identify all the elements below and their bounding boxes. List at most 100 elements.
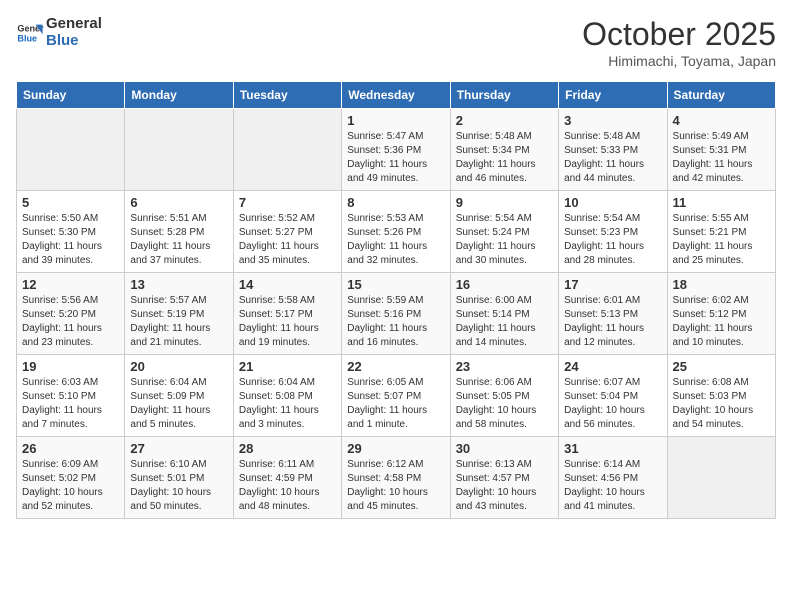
day-number: 12 <box>22 277 119 292</box>
day-number: 10 <box>564 195 661 210</box>
day-number: 7 <box>239 195 336 210</box>
calendar-cell: 16 Sunrise: 6:00 AM Sunset: 5:14 PM Dayli… <box>450 273 558 355</box>
day-number: 23 <box>456 359 553 374</box>
day-number: 30 <box>456 441 553 456</box>
day-number: 5 <box>22 195 119 210</box>
calendar-cell: 31 Sunrise: 6:14 AM Sunset: 4:56 PM Dayli… <box>559 437 667 519</box>
calendar-cell: 6Sunrise: 5:51 AM Sunset: 5:28 PM Daylig… <box>125 191 233 273</box>
day-number: 11 <box>673 195 770 210</box>
day-number: 3 <box>564 113 661 128</box>
day-info: Sunrise: 5:58 AM Sunset: 5:17 PM Dayligh… <box>239 294 336 350</box>
day-info: Sunrise: 6:08 AM Sunset: 5:03 PM Dayligh… <box>673 376 770 432</box>
calendar-cell: 19 Sunrise: 6:03 AM Sunset: 5:10 PM Dayli… <box>17 355 125 437</box>
day-info: Sunrise: 6:04 AM Sunset: 5:08 PM Dayligh… <box>239 376 336 432</box>
day-info: Sunrise: 6:12 AM Sunset: 4:58 PM Dayligh… <box>347 458 444 514</box>
day-number: 18 <box>673 277 770 292</box>
calendar-cell: 14 Sunrise: 5:58 AM Sunset: 5:17 PM Dayli… <box>233 273 341 355</box>
day-number: 16 <box>456 277 553 292</box>
day-info: Sunrise: 6:03 AM Sunset: 5:10 PM Dayligh… <box>22 376 119 432</box>
day-info: Sunrise: 5:54 AM Sunset: 5:23 PM Dayligh… <box>564 212 661 268</box>
page-header: General Blue General Blue October 2025 H… <box>16 16 776 69</box>
day-number: 29 <box>347 441 444 456</box>
calendar-cell: 28 Sunrise: 6:11 AM Sunset: 4:59 PM Dayli… <box>233 437 341 519</box>
calendar-week-row: 5 Sunrise: 5:50 AM Sunset: 5:30 PM Daylig… <box>17 191 776 273</box>
calendar-cell: 5 Sunrise: 5:50 AM Sunset: 5:30 PM Daylig… <box>17 191 125 273</box>
day-info: Sunrise: 6:06 AM Sunset: 5:05 PM Dayligh… <box>456 376 553 432</box>
calendar-cell: 10 Sunrise: 5:54 AM Sunset: 5:23 PM Dayli… <box>559 191 667 273</box>
calendar-cell: 7 Sunrise: 5:52 AM Sunset: 5:27 PM Daylig… <box>233 191 341 273</box>
weekday-header-monday: Monday <box>125 82 233 109</box>
calendar-cell <box>233 109 341 191</box>
day-info: Sunrise: 6:05 AM Sunset: 5:07 PM Dayligh… <box>347 376 444 432</box>
weekday-header-wednesday: Wednesday <box>342 82 450 109</box>
calendar-cell: 18 Sunrise: 6:02 AM Sunset: 5:12 PM Dayli… <box>667 273 775 355</box>
day-number: 15 <box>347 277 444 292</box>
day-info: Sunrise: 6:02 AM Sunset: 5:12 PM Dayligh… <box>673 294 770 350</box>
calendar-cell <box>125 109 233 191</box>
day-number: 25 <box>673 359 770 374</box>
day-number: 14 <box>239 277 336 292</box>
calendar-cell: 24Sunrise: 6:07 AM Sunset: 5:04 PM Dayli… <box>559 355 667 437</box>
day-info: Sunrise: 5:48 AM Sunset: 5:33 PM Dayligh… <box>564 130 661 186</box>
day-info: Sunrise: 6:01 AM Sunset: 5:13 PM Dayligh… <box>564 294 661 350</box>
day-info: Sunrise: 5:56 AM Sunset: 5:20 PM Dayligh… <box>22 294 119 350</box>
day-info: Sunrise: 6:13 AM Sunset: 4:57 PM Dayligh… <box>456 458 553 514</box>
calendar-week-row: 12 Sunrise: 5:56 AM Sunset: 5:20 PM Dayli… <box>17 273 776 355</box>
calendar-cell: 15 Sunrise: 5:59 AM Sunset: 5:16 PM Dayli… <box>342 273 450 355</box>
title-block: October 2025 Himimachi, Toyama, Japan <box>582 16 776 69</box>
day-number: 13 <box>130 277 227 292</box>
day-number: 28 <box>239 441 336 456</box>
day-number: 1 <box>347 113 444 128</box>
month-title: October 2025 <box>582 16 776 53</box>
weekday-header-saturday: Saturday <box>667 82 775 109</box>
calendar-week-row: 1 Sunrise: 5:47 AM Sunset: 5:36 PM Daylig… <box>17 109 776 191</box>
weekday-header-sunday: Sunday <box>17 82 125 109</box>
calendar-week-row: 19 Sunrise: 6:03 AM Sunset: 5:10 PM Dayli… <box>17 355 776 437</box>
calendar-cell: 30 Sunrise: 6:13 AM Sunset: 4:57 PM Dayli… <box>450 437 558 519</box>
calendar-cell: 3 Sunrise: 5:48 AM Sunset: 5:33 PM Daylig… <box>559 109 667 191</box>
day-number: 9 <box>456 195 553 210</box>
day-info: Sunrise: 5:48 AM Sunset: 5:34 PM Dayligh… <box>456 130 553 186</box>
svg-text:Blue: Blue <box>17 33 37 43</box>
calendar-cell: 29 Sunrise: 6:12 AM Sunset: 4:58 PM Dayli… <box>342 437 450 519</box>
calendar-cell: 27Sunrise: 6:10 AM Sunset: 5:01 PM Dayli… <box>125 437 233 519</box>
day-info: Sunrise: 5:50 AM Sunset: 5:30 PM Dayligh… <box>22 212 119 268</box>
weekday-header-row: SundayMondayTuesdayWednesdayThursdayFrid… <box>17 82 776 109</box>
day-number: 19 <box>22 359 119 374</box>
day-number: 31 <box>564 441 661 456</box>
logo-icon: General Blue <box>16 19 44 47</box>
day-number: 26 <box>22 441 119 456</box>
calendar-cell: 22 Sunrise: 6:05 AM Sunset: 5:07 PM Dayli… <box>342 355 450 437</box>
day-info: Sunrise: 5:54 AM Sunset: 5:24 PM Dayligh… <box>456 212 553 268</box>
calendar-cell: 23 Sunrise: 6:06 AM Sunset: 5:05 PM Dayli… <box>450 355 558 437</box>
day-info: Sunrise: 6:00 AM Sunset: 5:14 PM Dayligh… <box>456 294 553 350</box>
calendar-cell: 20Sunrise: 6:04 AM Sunset: 5:09 PM Dayli… <box>125 355 233 437</box>
calendar-cell: 11Sunrise: 5:55 AM Sunset: 5:21 PM Dayli… <box>667 191 775 273</box>
calendar-cell: 2 Sunrise: 5:48 AM Sunset: 5:34 PM Daylig… <box>450 109 558 191</box>
calendar-table: SundayMondayTuesdayWednesdayThursdayFrid… <box>16 81 776 519</box>
day-number: 8 <box>347 195 444 210</box>
day-info: Sunrise: 6:09 AM Sunset: 5:02 PM Dayligh… <box>22 458 119 514</box>
weekday-header-thursday: Thursday <box>450 82 558 109</box>
day-number: 4 <box>673 113 770 128</box>
weekday-header-tuesday: Tuesday <box>233 82 341 109</box>
calendar-cell <box>667 437 775 519</box>
day-info: Sunrise: 5:51 AM Sunset: 5:28 PM Dayligh… <box>130 212 227 268</box>
day-number: 22 <box>347 359 444 374</box>
calendar-cell: 1 Sunrise: 5:47 AM Sunset: 5:36 PM Daylig… <box>342 109 450 191</box>
logo-line2: Blue <box>46 33 102 50</box>
day-info: Sunrise: 5:52 AM Sunset: 5:27 PM Dayligh… <box>239 212 336 268</box>
day-info: Sunrise: 5:47 AM Sunset: 5:36 PM Dayligh… <box>347 130 444 186</box>
day-info: Sunrise: 6:11 AM Sunset: 4:59 PM Dayligh… <box>239 458 336 514</box>
calendar-cell: 25 Sunrise: 6:08 AM Sunset: 5:03 PM Dayli… <box>667 355 775 437</box>
day-info: Sunrise: 5:59 AM Sunset: 5:16 PM Dayligh… <box>347 294 444 350</box>
calendar-cell <box>17 109 125 191</box>
day-info: Sunrise: 6:14 AM Sunset: 4:56 PM Dayligh… <box>564 458 661 514</box>
calendar-week-row: 26 Sunrise: 6:09 AM Sunset: 5:02 PM Dayli… <box>17 437 776 519</box>
day-info: Sunrise: 5:49 AM Sunset: 5:31 PM Dayligh… <box>673 130 770 186</box>
day-number: 21 <box>239 359 336 374</box>
day-number: 27 <box>130 441 227 456</box>
day-number: 17 <box>564 277 661 292</box>
day-info: Sunrise: 5:53 AM Sunset: 5:26 PM Dayligh… <box>347 212 444 268</box>
day-number: 2 <box>456 113 553 128</box>
